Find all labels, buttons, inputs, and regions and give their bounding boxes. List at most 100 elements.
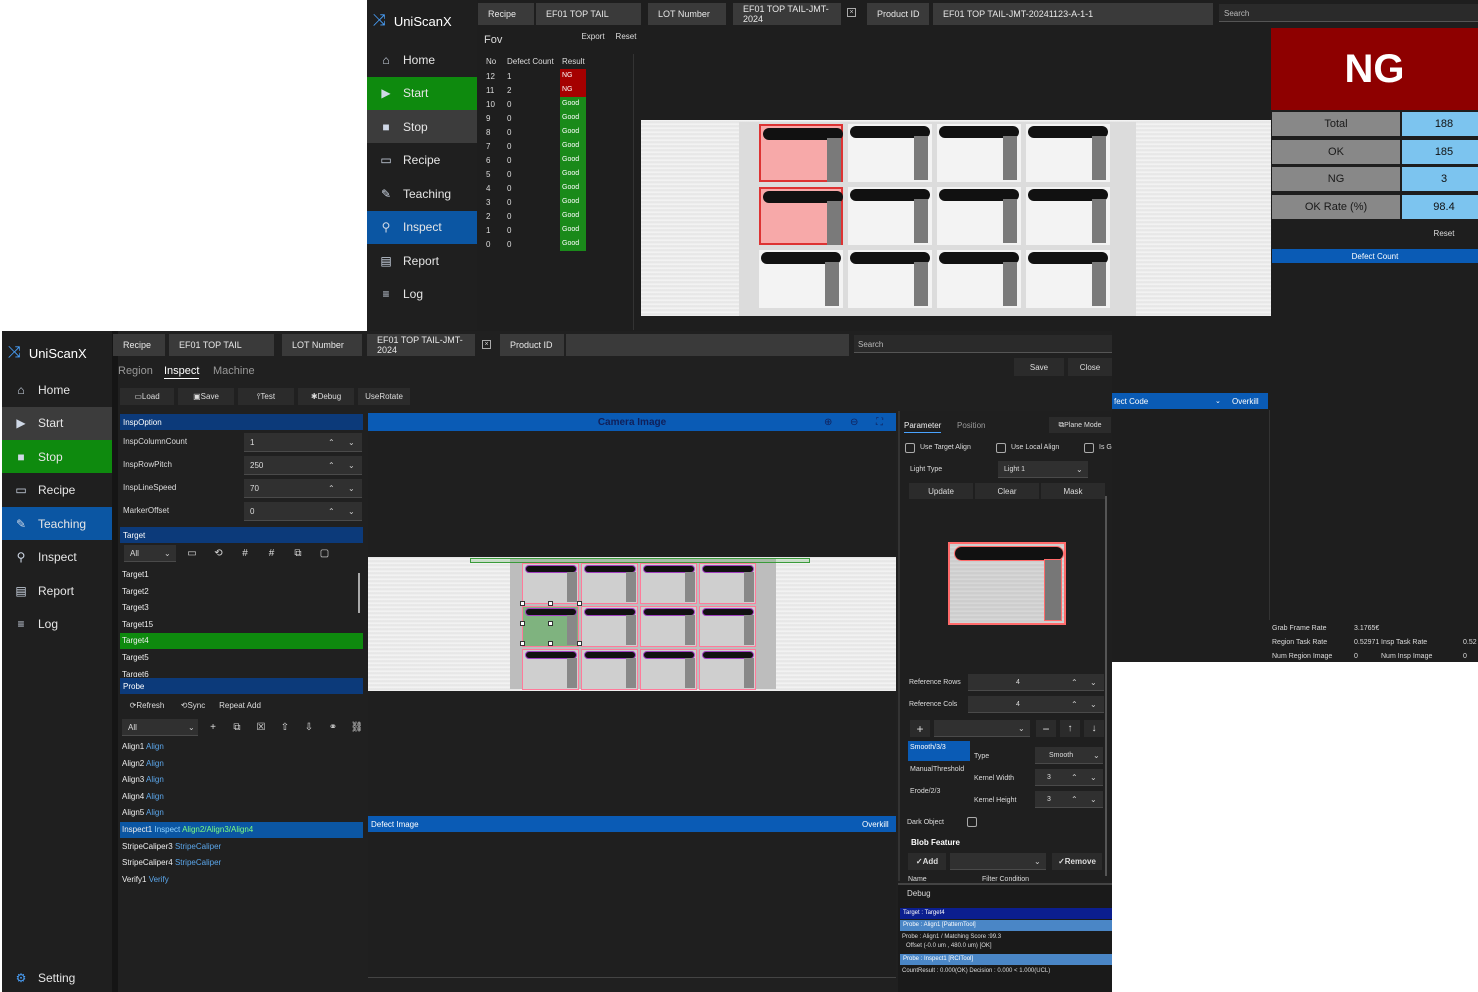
debug-button[interactable]: ✱ Debug [298, 388, 354, 405]
nav-teaching[interactable]: ✎ Teaching [2, 507, 112, 540]
probe-list-item[interactable]: Align2 Align [120, 756, 363, 772]
fov-row-result[interactable]: NG [560, 69, 586, 83]
filter-item-smooth[interactable]: Smooth/3/3 [908, 741, 970, 761]
move-down-button[interactable]: ↓ [1084, 720, 1104, 737]
probe-list-item[interactable]: Inspect1 Inspect Align2/Align3/Align4 [120, 822, 363, 838]
chevron-up-icon[interactable]: ⌃ [328, 438, 335, 447]
probe-list-item[interactable]: StripeCaliper3 StripeCaliper [120, 839, 363, 855]
nav-inspect[interactable]: ⚲ Inspect [2, 541, 112, 574]
front-lot-value[interactable]: EF01 TOP TAIL-JMT-2024 [367, 334, 475, 356]
link-icon[interactable]: ⚭ [324, 720, 342, 735]
fov-row-result[interactable]: NG [560, 83, 586, 97]
add-filter-button[interactable]: + [910, 720, 930, 737]
fov-row-result[interactable]: Good [560, 167, 586, 181]
chevron-down-icon[interactable]: ⌄ [348, 507, 355, 516]
sync-button[interactable]: ⟲ Sync [175, 698, 211, 713]
export-button[interactable]: Export [577, 29, 609, 43]
remove-filter-button[interactable]: − [1036, 720, 1056, 737]
probe-filter-select[interactable]: All ⌄ [122, 719, 198, 736]
refresh-button[interactable]: ⟳ Refresh [124, 698, 170, 713]
nav-recipe[interactable]: ▭ Recipe [367, 144, 477, 177]
nav-log[interactable]: ≡ Log [367, 278, 477, 311]
fov-reset-button[interactable]: Reset [611, 29, 641, 43]
chevron-down-icon[interactable]: ⌄ [348, 461, 355, 470]
probe-list-item[interactable]: Align1 Align [120, 739, 363, 755]
tab-machine[interactable]: Machine [213, 365, 255, 377]
back-search-input[interactable] [1219, 4, 1478, 22]
filter-item-manual-threshold[interactable]: ManualThreshold [910, 766, 964, 773]
type-select[interactable]: Smooth ⌄ [1035, 747, 1103, 764]
fov-row-result[interactable]: Good [560, 97, 586, 111]
blob-feature-select[interactable]: ⌄ [950, 853, 1046, 870]
insp-option-spinner[interactable]: 70 ⌃ ⌄ [244, 479, 362, 498]
repeat-add-button[interactable]: Repeat Add [216, 698, 264, 713]
target-list-item[interactable]: Target1 [120, 567, 363, 583]
reference-rows-spinner[interactable]: 4 ⌃ ⌄ [968, 674, 1104, 691]
selection-handle[interactable] [577, 641, 582, 646]
zoom-out-icon[interactable]: ⊖ [850, 417, 858, 428]
fov-row-result[interactable]: Good [560, 125, 586, 139]
chevron-down-icon[interactable]: ⌄ [1090, 700, 1097, 709]
arrow-down-icon[interactable]: ⇩ [300, 720, 318, 735]
back-recipe-value[interactable]: EF01 TOP TAIL [536, 3, 641, 25]
chevron-up-icon[interactable]: ⌃ [1071, 700, 1078, 709]
nav-teaching[interactable]: ✎ Teaching [367, 177, 477, 210]
frame-icon[interactable]: ▢ [315, 546, 335, 561]
plane-mode-button[interactable]: ⧉ Plane Mode [1049, 417, 1111, 433]
remove-blob-button[interactable]: ✓ Remove [1052, 853, 1102, 870]
userotate-button[interactable]: UseRotate [358, 388, 410, 405]
fov-row-result[interactable]: Good [560, 111, 586, 125]
reference-cols-spinner[interactable]: 4 ⌃ ⌄ [968, 696, 1104, 713]
target-list-item[interactable]: Target3 [120, 600, 363, 616]
insp-option-spinner[interactable]: 0 ⌃ ⌄ [244, 502, 362, 521]
target-list-item[interactable]: Target6 [120, 667, 363, 677]
fov-row-result[interactable]: Good [560, 223, 586, 237]
use-local-align-checkbox[interactable] [996, 443, 1006, 453]
probe-list-item[interactable]: Align4 Align [120, 789, 363, 805]
filter-type-select[interactable]: ⌄ [934, 720, 1030, 737]
nav-report[interactable]: ▤ Report [367, 244, 477, 277]
add-blob-button[interactable]: ✓ Add [908, 853, 946, 870]
kernel-width-spinner[interactable]: 3 ⌃ ⌄ [1035, 769, 1103, 786]
selection-handle[interactable] [520, 601, 525, 606]
is-g-checkbox[interactable] [1084, 443, 1094, 453]
chevron-up-icon[interactable]: ⌃ [1071, 678, 1078, 687]
close-button[interactable]: Close [1068, 358, 1112, 376]
rect-icon[interactable]: ▭ [182, 546, 202, 561]
selection-handle[interactable] [548, 601, 553, 606]
copy-icon[interactable]: ⧉ [288, 546, 308, 561]
dark-object-checkbox[interactable] [967, 817, 977, 827]
add-icon[interactable]: + [204, 720, 222, 735]
selection-handle[interactable] [520, 641, 525, 646]
back-lot-clear-icon[interactable]: × [847, 8, 856, 17]
probe-list-item[interactable]: StripeCaliper4 StripeCaliper [120, 855, 363, 871]
chevron-up-icon[interactable]: ⌃ [1071, 795, 1078, 804]
selection-handle[interactable] [548, 621, 553, 626]
nav-start[interactable]: ▶ Start [2, 406, 112, 440]
load-button[interactable]: ▭ Load [120, 388, 174, 405]
parameter-scrollbar[interactable] [1105, 496, 1107, 876]
target-list-item[interactable]: Target4 [120, 633, 363, 650]
mask-button[interactable]: Mask [1041, 483, 1105, 499]
nav-stop[interactable]: ■ Stop [367, 110, 477, 143]
probe-list-item[interactable]: Verify1 Verify [120, 872, 363, 888]
tab-region[interactable]: Region [118, 365, 153, 377]
fov-row-result[interactable]: Good [560, 195, 586, 209]
target-filter-select[interactable]: All ⌄ [124, 545, 176, 562]
fit-screen-icon[interactable]: ⛶ [876, 417, 883, 428]
tab-parameter[interactable]: Parameter [904, 421, 942, 433]
tab-inspect[interactable]: Inspect [164, 365, 200, 379]
chevron-down-icon[interactable]: ⌄ [348, 484, 355, 493]
clear-button[interactable]: Clear [975, 483, 1039, 499]
insp-option-spinner[interactable]: 1 ⌃ ⌄ [244, 433, 362, 452]
back-lot-value[interactable]: EF01 TOP TAIL-JMT-2024 [733, 3, 841, 25]
chevron-up-icon[interactable]: ⌃ [328, 461, 335, 470]
nav-recipe[interactable]: ▭ Recipe [2, 474, 112, 507]
save-button[interactable]: Save [1014, 358, 1064, 376]
setting-nav[interactable]: ⚙ Setting [2, 961, 112, 992]
kernel-height-spinner[interactable]: 3 ⌃ ⌄ [1035, 791, 1103, 808]
selection-handle[interactable] [577, 601, 582, 606]
selection-handle[interactable] [520, 621, 525, 626]
fov-row-result[interactable]: Good [560, 237, 586, 251]
stats-reset-button[interactable]: Reset [1402, 222, 1478, 244]
